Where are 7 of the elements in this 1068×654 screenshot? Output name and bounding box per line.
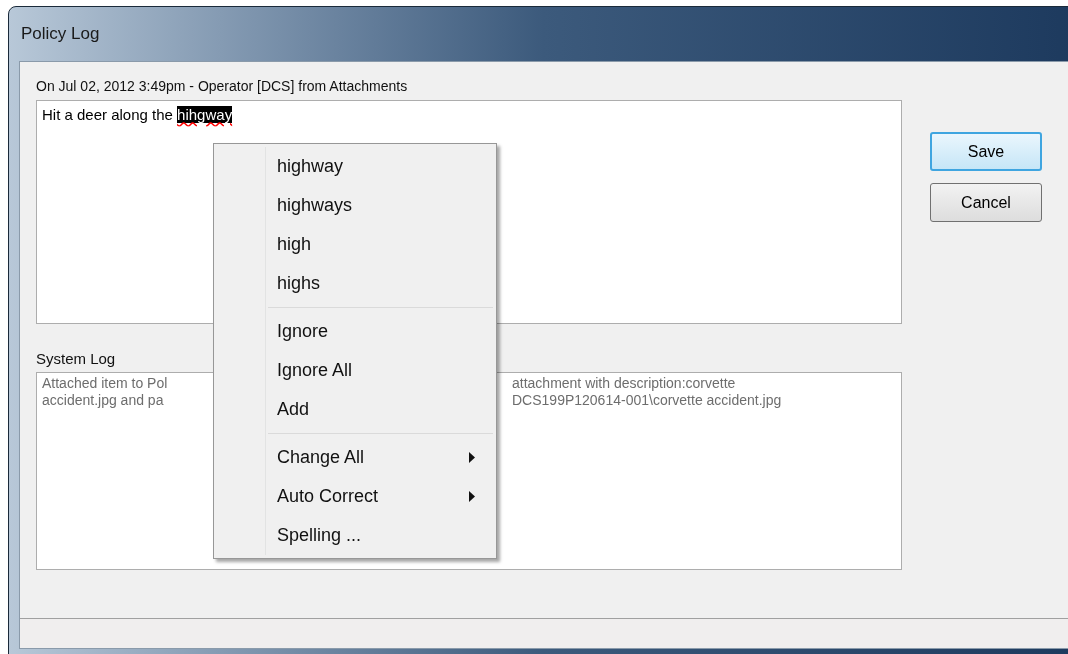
entry-header: On Jul 02, 2012 3:49pm - Operator [DCS] from Attachments bbox=[36, 77, 408, 96]
log-text: Attached item to Pol bbox=[42, 375, 169, 392]
system-log-label: System Log bbox=[36, 349, 116, 369]
window-title: Policy Log bbox=[21, 23, 100, 46]
log-text: accident.jpg and pa bbox=[42, 392, 165, 409]
log-text: attachment with description:corvette bbox=[512, 375, 736, 392]
log-text: DCS199P120614-001\corvette accident.jpg bbox=[512, 392, 782, 409]
